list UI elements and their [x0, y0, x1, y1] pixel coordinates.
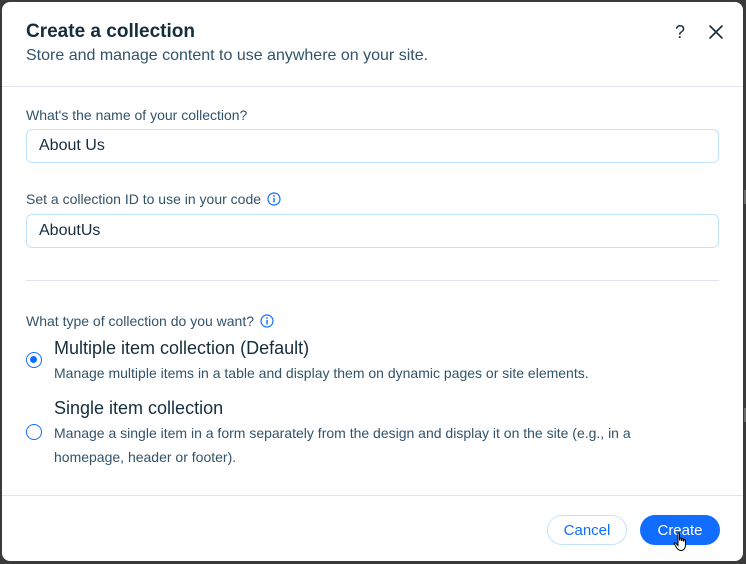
collection-id-label: Set a collection ID to use in your code: [26, 191, 281, 207]
dialog-footer: Cancel Create: [2, 495, 743, 561]
collection-type-label: What type of collection do you want?: [26, 313, 274, 329]
collection-id-input[interactable]: [26, 214, 719, 248]
collection-name-input[interactable]: [26, 129, 719, 163]
collection-type-label-text: What type of collection do you want?: [26, 313, 255, 329]
info-icon[interactable]: [260, 314, 274, 328]
info-icon[interactable]: [267, 192, 281, 206]
dialog-subtitle: Store and manage content to use anywhere…: [26, 47, 429, 64]
create-collection-dialog: Create a collection Store and manage con…: [2, 2, 743, 561]
dialog-header: Create a collection Store and manage con…: [2, 2, 743, 87]
cancel-button[interactable]: Cancel: [547, 515, 627, 545]
option-single-item-title[interactable]: Single item collection: [54, 398, 223, 419]
radio-single-item[interactable]: [26, 424, 42, 440]
section-divider: [26, 280, 719, 281]
question-mark-icon[interactable]: ?: [668, 20, 692, 44]
collection-name-label-text: What's the name of your collection?: [26, 107, 248, 123]
close-icon[interactable]: [704, 20, 728, 44]
dialog-title: Create a collection: [26, 21, 195, 42]
option-multiple-item-description: Manage multiple items in a table and dis…: [54, 365, 589, 381]
collection-id-label-text: Set a collection ID to use in your code: [26, 191, 262, 207]
option-multiple-item-title[interactable]: Multiple item collection (Default): [54, 338, 309, 359]
option-single-item-description: Manage a single item in a form separatel…: [54, 425, 631, 465]
radio-multiple-item[interactable]: [26, 352, 42, 368]
create-button[interactable]: Create: [640, 515, 720, 545]
collection-name-label: What's the name of your collection?: [26, 107, 247, 123]
